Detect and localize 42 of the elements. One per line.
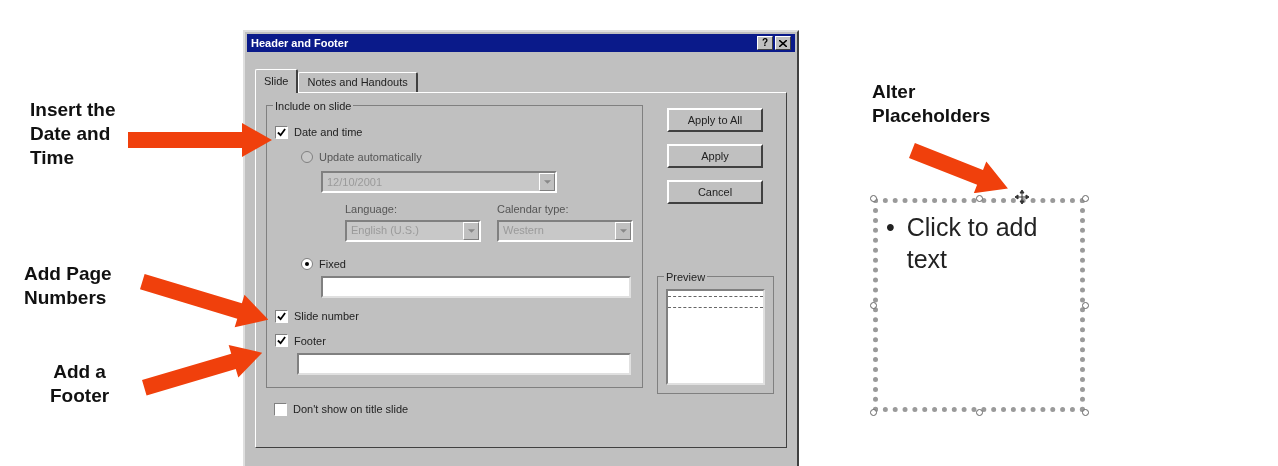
footer-field[interactable] <box>297 353 631 375</box>
resize-handle[interactable] <box>870 302 877 309</box>
dialog-button[interactable]: Apply to All <box>667 108 763 132</box>
option-label: Don't show on title slide <box>293 402 409 417</box>
checkbox[interactable] <box>275 334 288 348</box>
annotation-label: Add a Footer <box>50 360 110 408</box>
resize-handle[interactable] <box>870 409 877 416</box>
checkbox[interactable] <box>275 309 288 323</box>
option-label: Footer <box>294 333 326 349</box>
window-title: Header and Footer <box>251 35 350 51</box>
arrow-icon <box>128 123 272 157</box>
checkbox[interactable] <box>275 125 288 139</box>
tab[interactable]: Notes and Handouts <box>298 72 418 92</box>
checkbox[interactable] <box>274 402 287 416</box>
disabled-label: Update automatically <box>319 149 422 165</box>
annotation-label: Insert the Date and Time <box>30 98 116 170</box>
disabled-label: Calendar type: <box>497 202 570 217</box>
annotation-label: Add Page Numbers <box>24 262 112 310</box>
option-label: Date and time <box>294 125 363 140</box>
resize-handle[interactable] <box>1082 409 1089 416</box>
resize-handle[interactable] <box>976 195 983 202</box>
arrow-icon <box>141 345 262 396</box>
radio-button[interactable] <box>301 257 313 270</box>
help-button[interactable]: ? <box>757 36 773 50</box>
arrow-icon <box>909 142 1008 193</box>
close-button[interactable] <box>775 36 791 50</box>
close-icon <box>779 39 787 47</box>
dialog-button[interactable]: Apply <box>667 144 763 168</box>
fixed-date-field[interactable] <box>321 276 631 298</box>
arrow-icon <box>139 274 268 328</box>
option-label: Fixed <box>319 256 346 272</box>
resize-handle[interactable] <box>976 409 983 416</box>
resize-handle[interactable] <box>1082 302 1089 309</box>
tab[interactable]: Slide <box>255 69 299 93</box>
move-cursor-icon <box>1015 190 1029 204</box>
dialog-button[interactable]: Cancel <box>667 180 763 204</box>
annotation-label: Alter Placeholders <box>872 80 991 128</box>
disabled-label: Language: <box>345 202 398 217</box>
resize-handle[interactable] <box>870 195 877 202</box>
resize-handle[interactable] <box>1082 195 1089 202</box>
option-label: Slide number <box>294 309 359 324</box>
placeholder-text: • Click to add text <box>886 212 1039 275</box>
